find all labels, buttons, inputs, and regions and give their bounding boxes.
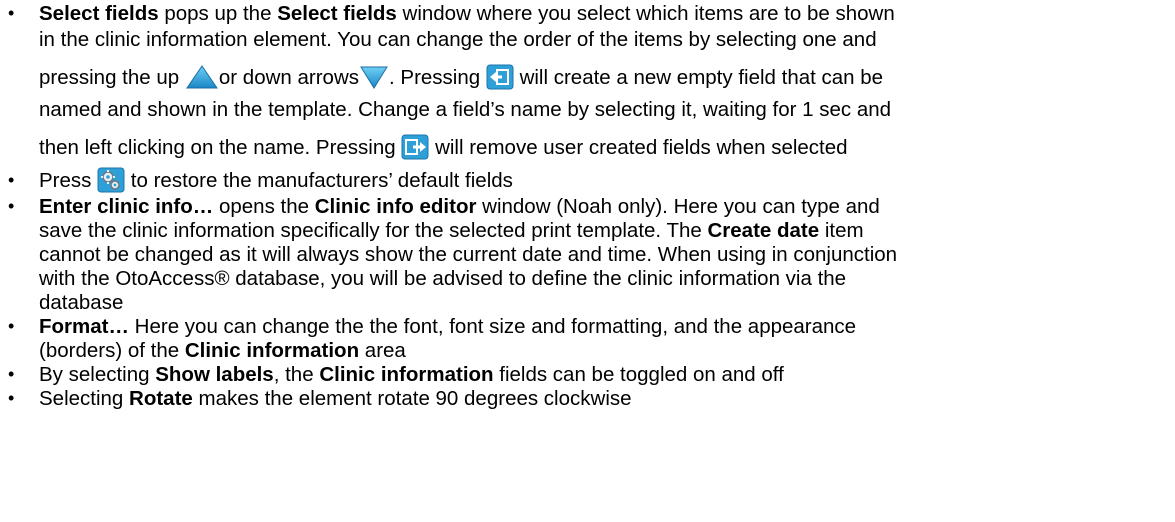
text-line: then left clicking on the name. Pressing… — [39, 134, 848, 160]
text-run: then left clicking on the name. Pressing — [39, 136, 402, 159]
text-run: to restore the manufacturers’ default fi… — [125, 169, 513, 192]
text-run: , the — [273, 363, 320, 386]
text-run: pops up the — [158, 2, 278, 25]
text-line: Press to restore the manufacturers’ defa… — [39, 167, 513, 193]
text-run: item — [819, 219, 864, 242]
text-run: Selecting — [39, 387, 130, 410]
bold-term: Select fields — [39, 2, 159, 25]
text-run: area — [359, 339, 406, 362]
text-line: Selecting Rotate makes the element rotat… — [39, 387, 632, 411]
text-run: Press — [39, 169, 98, 192]
text-run: By selecting — [39, 363, 156, 386]
text-line: named and shown in the template. Change … — [39, 98, 891, 122]
bold-term: Create date — [707, 219, 820, 242]
text-run: makes the element rotate 90 degrees cloc… — [192, 387, 632, 410]
text-run: save the clinic information specifically… — [39, 219, 708, 242]
text-run: will remove user created fields when sel… — [429, 136, 848, 159]
bold-term: Enter clinic info… — [39, 195, 214, 218]
bold-term: Clinic info editor — [314, 195, 477, 218]
text-run: window where you select which items are … — [396, 2, 895, 25]
bullet-marker: • — [8, 3, 15, 23]
new-field-icon — [486, 64, 514, 90]
text-run: database — [39, 291, 124, 314]
text-line: pressing the up or down arrows . Pressing… — [39, 64, 883, 90]
bold-term: Format… — [39, 315, 129, 338]
restore-defaults-gears-icon — [97, 167, 125, 193]
text-line: Format… Here you can change the the font… — [39, 315, 856, 339]
text-line: cannot be changed as it will always show… — [39, 243, 897, 267]
text-line: (borders) of the Clinic information area — [39, 339, 406, 363]
bold-term: Rotate — [129, 387, 193, 410]
text-line: Enter clinic info… opens the Clinic info… — [39, 195, 880, 219]
text-run: cannot be changed as it will always show… — [39, 243, 898, 266]
bullet-marker: • — [8, 196, 15, 216]
up-arrow-icon — [185, 64, 219, 90]
text-line: with the OtoAccess® database, you will b… — [39, 267, 846, 291]
down-arrow-icon — [359, 64, 389, 90]
bullet-marker: • — [8, 388, 15, 408]
text-line: By selecting Show labels, the Clinic inf… — [39, 363, 784, 387]
text-run: (borders) of the — [39, 339, 185, 362]
text-run: pressing the up — [39, 66, 185, 89]
bold-term: Clinic information — [184, 339, 360, 362]
text-run: with the OtoAccess® database, you will b… — [39, 267, 847, 290]
text-line: in the clinic information element. You c… — [39, 28, 877, 52]
text-run: opens the — [213, 195, 315, 218]
bullet-marker: • — [8, 170, 15, 190]
bullet-marker: • — [8, 316, 15, 336]
text-run: Here you can change the the font, font s… — [128, 315, 857, 338]
text-run: fields can be toggled on and off — [493, 363, 784, 386]
text-run: in the clinic information element. You c… — [39, 28, 877, 51]
text-line: save the clinic information specifically… — [39, 219, 864, 243]
remove-field-icon — [401, 134, 429, 160]
text-run: named and shown in the template. Change … — [39, 98, 892, 121]
text-run: window (Noah only). Here you can type an… — [476, 195, 880, 218]
text-run: or down arrows — [218, 66, 360, 89]
bold-term: Show labels — [155, 363, 274, 386]
bold-term: Clinic information — [319, 363, 494, 386]
bullet-marker: • — [8, 364, 15, 384]
text-line: database — [39, 291, 123, 315]
text-run: will create a new empty field that can b… — [513, 66, 884, 89]
text-run: . Pressing — [389, 66, 486, 89]
help-document: • Select fields pops up the Select field… — [0, 0, 1175, 522]
text-line: Select fields pops up the Select fields … — [39, 2, 895, 26]
bold-term: Select fields — [277, 2, 397, 25]
